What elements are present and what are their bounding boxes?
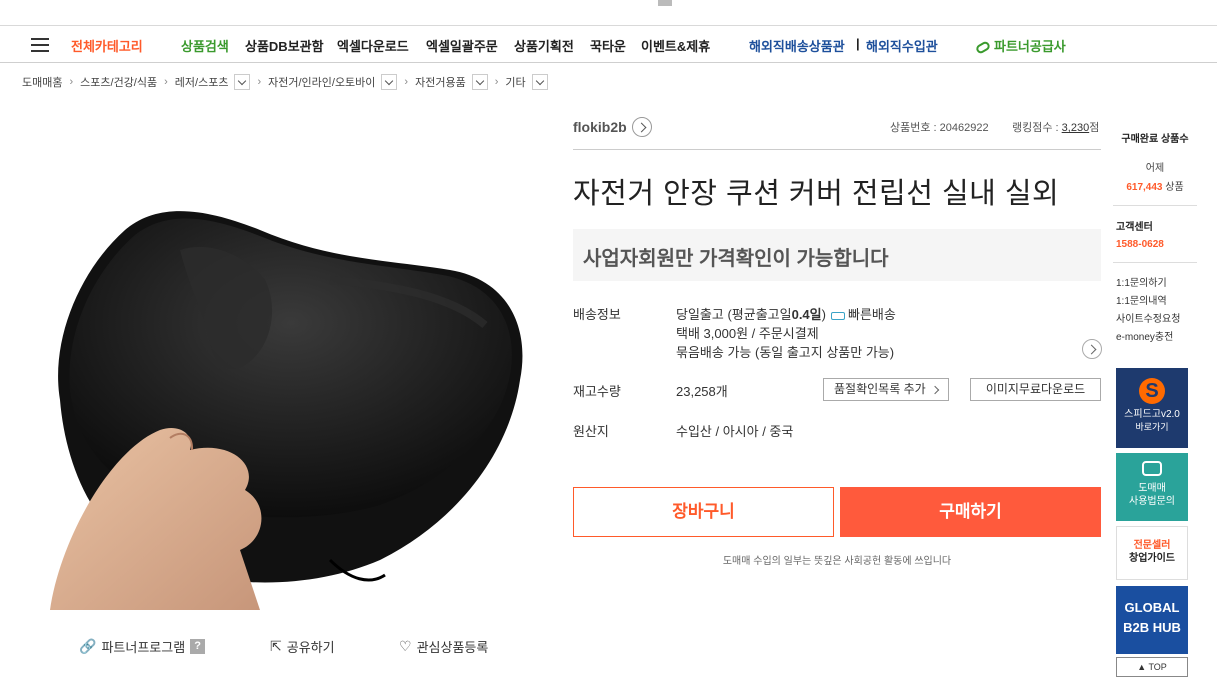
price-notice: 사업자회원만 가격확인이 가능합니다	[583, 248, 889, 270]
menu-icon[interactable]	[31, 38, 49, 52]
nav-all-categories[interactable]: 전체카테고리	[71, 36, 143, 55]
chevron-right-icon	[930, 385, 939, 395]
breadcrumb-item[interactable]: 자전거/인라인/오토바이	[268, 74, 375, 90]
nav-excel-download[interactable]: 엑셀다운로드	[337, 36, 409, 55]
sidebar-link-emoney[interactable]: e-money충전	[1116, 329, 1197, 347]
help-icon[interactable]: ?	[190, 639, 206, 654]
heart-icon: ♡	[399, 638, 412, 654]
divider	[1113, 205, 1197, 206]
social-notice: 도매매 수입의 일부는 뜻깊은 사회공헌 활동에 쓰입니다	[722, 556, 952, 567]
chevron-down-icon[interactable]	[471, 74, 488, 90]
top-header-fragment	[0, 0, 1217, 26]
share-icon: ⇱	[270, 638, 282, 654]
nav-overseas-import[interactable]: 해외직수입관	[866, 36, 938, 55]
speedgo-logo-icon: S	[1139, 378, 1165, 404]
chevron-right-icon: ›	[404, 76, 409, 88]
product-image[interactable]	[30, 120, 550, 610]
chevron-down-icon[interactable]	[381, 74, 398, 90]
truck-icon	[830, 311, 845, 320]
rank-score-link[interactable]: 3,230	[1062, 122, 1090, 134]
nav-divider: |	[856, 36, 860, 51]
global-nav: 전체카테고리 상품검색 상품DB보관함 엑셀다운로드 엑셀일괄주문 상품기획전 …	[0, 27, 1217, 63]
cs-title: 고객센터	[1116, 222, 1153, 233]
origin-label: 원산지	[573, 424, 609, 439]
chevron-right-icon	[631, 117, 652, 137]
chevron-right-icon: ›	[257, 76, 262, 88]
chat-icon	[1142, 461, 1162, 476]
origin-value: 수입산 / 아시아 / 중국	[676, 424, 794, 439]
chevron-down-icon[interactable]	[531, 74, 548, 90]
seller-guide-banner[interactable]: 전문셀러 창업가이드	[1116, 526, 1188, 580]
sidebar-yesterday: 어제	[1145, 163, 1165, 174]
sidebar-link-site-fix[interactable]: 사이트수정요청	[1116, 311, 1197, 329]
product-title: 자전거 안장 쿠션 커버 전립선 실내 실외	[573, 178, 1060, 210]
link-icon: 🔗	[79, 638, 97, 654]
nav-product-db[interactable]: 상품DB보관함	[245, 36, 324, 55]
sidebar-count: 617,443 상품	[1126, 182, 1184, 193]
speedgo-banner[interactable]: S 스피드고v2.0 바로가기	[1116, 368, 1188, 448]
chevron-right-icon: ›	[494, 76, 499, 88]
breadcrumb-item[interactable]: 스포츠/건강/식품	[80, 74, 157, 90]
shipping-label: 배송정보	[573, 307, 621, 322]
nav-kkuk-town[interactable]: 꾹타운	[590, 36, 626, 55]
shipping-line-3: 묶음배송 가능 (동일 출고지 상품만 가능)	[676, 345, 895, 360]
breadcrumb-item[interactable]: 기타	[505, 74, 525, 90]
breadcrumb-item[interactable]: 레저/스포츠	[175, 74, 229, 90]
shipping-line-2: 택배 3,000원 / 주문시결제	[676, 326, 819, 341]
breadcrumb-home[interactable]: 도매매홈	[22, 74, 62, 90]
soldout-list-button[interactable]: 품절확인목록 추가	[823, 378, 949, 401]
top-button[interactable]: ▲ TOP	[1116, 657, 1188, 677]
nav-overseas-delivery[interactable]: 해외직배송상품관	[749, 36, 845, 55]
chevron-right-icon[interactable]	[1082, 339, 1102, 359]
nav-excel-order[interactable]: 엑셀일괄주문	[426, 36, 498, 55]
seller-link[interactable]: flokib2b	[573, 117, 652, 137]
breadcrumb: 도매매홈 › 스포츠/건강/식품 › 레저/스포츠 › 자전거/인라인/오토바이…	[22, 72, 548, 92]
global-b2b-hub-banner[interactable]: GLOBAL B2B HUB	[1116, 586, 1188, 654]
stock-value: 23,258개	[676, 384, 728, 399]
cart-button[interactable]: 장바구니	[573, 487, 834, 537]
sidebar-title: 구매완료 상품수	[1121, 134, 1189, 145]
chevron-down-icon[interactable]	[234, 74, 251, 90]
price-notice-box: 사업자회원만 가격확인이 가능합니다	[573, 229, 1101, 281]
nav-event[interactable]: 이벤트&제휴	[641, 36, 710, 55]
stock-label: 재고수량	[573, 384, 621, 399]
nav-product-search[interactable]: 상품검색	[181, 36, 229, 55]
divider	[573, 149, 1101, 150]
partner-program-link[interactable]: 🔗 파트너프로그램 ?	[79, 637, 206, 656]
link-icon	[974, 40, 992, 55]
image-download-button[interactable]: 이미지무료다운로드	[970, 378, 1101, 401]
cs-phone: 1588-0628	[1116, 239, 1164, 250]
buy-button[interactable]: 구매하기	[840, 487, 1101, 537]
wishlist-button[interactable]: ♡ 관심상품등록	[399, 637, 488, 656]
shipping-line-1: 당일출고 (평균출고일0.4일) 빠른배송	[676, 307, 896, 322]
chevron-right-icon: ›	[69, 76, 74, 88]
right-sidebar: 구매완료 상품수 어제 617,443 상품 고객센터 1588-0628 1:…	[1113, 130, 1197, 347]
breadcrumb-item[interactable]: 자전거용품	[415, 74, 466, 90]
nav-special[interactable]: 상품기획전	[514, 36, 574, 55]
sidebar-link-inquiry[interactable]: 1:1문의하기	[1116, 275, 1197, 293]
product-number: 상품번호 : 20462922	[890, 122, 989, 134]
help-icon	[658, 0, 672, 6]
usage-inquiry-banner[interactable]: 도매매 사용법문의	[1116, 453, 1188, 521]
rank-score: 랭킹점수 : 3,230점	[1012, 122, 1100, 134]
sidebar-link-history[interactable]: 1:1문의내역	[1116, 293, 1197, 311]
divider	[1113, 262, 1197, 263]
chevron-right-icon: ›	[164, 76, 168, 88]
share-button[interactable]: ⇱ 공유하기	[270, 637, 335, 656]
nav-partner-supplier[interactable]: 파트너공급사	[974, 36, 1066, 55]
